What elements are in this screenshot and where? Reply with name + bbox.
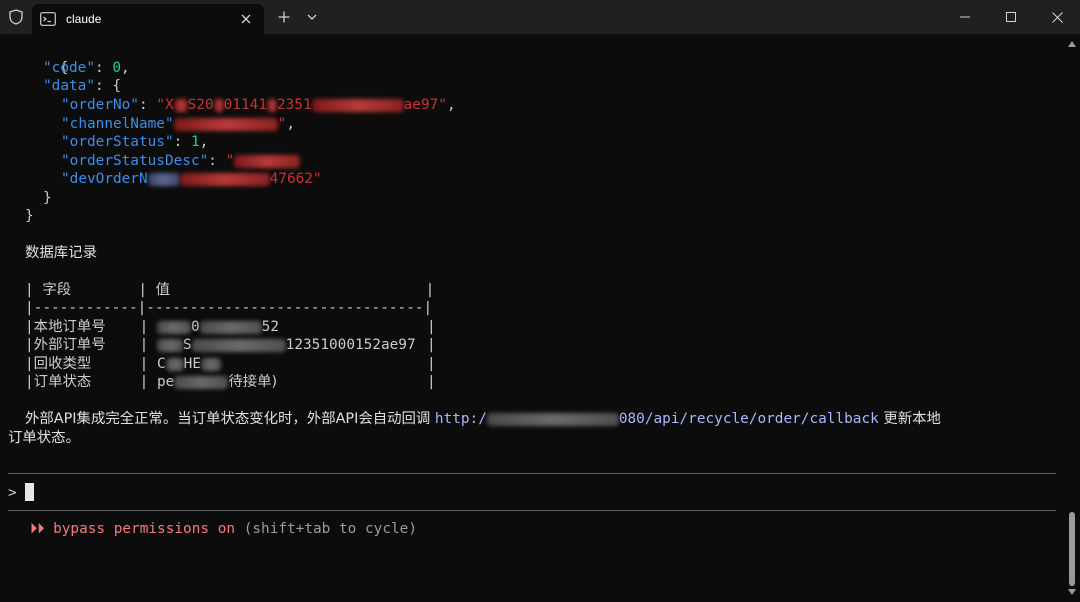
scrollbar-thumb[interactable] bbox=[1069, 512, 1075, 586]
redacted-text bbox=[173, 98, 188, 112]
redacted-text bbox=[173, 117, 278, 131]
table-row: |订单状态 | pe 待接单) | bbox=[25, 374, 436, 390]
redacted-text bbox=[234, 154, 301, 168]
divider bbox=[8, 473, 1056, 474]
terminal-output[interactable]: { "code": 0, "data": { "orderNo": "X S20 0… bbox=[0, 34, 1064, 602]
chevron-down-icon[interactable] bbox=[298, 0, 326, 34]
json-line: } bbox=[43, 190, 52, 206]
minimize-icon[interactable] bbox=[942, 0, 988, 34]
redacted-text bbox=[311, 98, 404, 112]
summary-line: 外部API集成完全正常。当订单状态变化时，外部API会自动回调 http:/08… bbox=[25, 411, 941, 427]
drag-region[interactable] bbox=[326, 0, 942, 34]
summary-line: 订单状态。 bbox=[8, 430, 80, 446]
json-line: "orderStatus": 1, bbox=[61, 134, 209, 150]
json-line: "code": 0, bbox=[43, 60, 130, 76]
json-line: { bbox=[59, 59, 69, 76]
json-line: "orderStatusDesc": " bbox=[61, 152, 301, 171]
json-line: "devOrderN 47662" bbox=[61, 171, 322, 187]
maximize-icon[interactable] bbox=[988, 0, 1034, 34]
db-heading: 数据库记录 bbox=[25, 245, 97, 261]
redacted-text bbox=[157, 338, 183, 352]
redacted-text bbox=[147, 172, 180, 186]
input-prompt: > bbox=[8, 485, 17, 501]
redacted-text bbox=[191, 338, 286, 352]
terminal-icon bbox=[40, 11, 56, 27]
table-row: |回收类型 | C HE | bbox=[25, 356, 436, 372]
double-arrow-icon: ⏵⏵ bbox=[30, 521, 45, 537]
scroll-down-icon[interactable] bbox=[1068, 588, 1076, 596]
callback-url[interactable]: http:/080/api/recycle/order/callback bbox=[435, 411, 879, 427]
redacted-text bbox=[174, 375, 229, 389]
shield-icon[interactable] bbox=[0, 0, 32, 34]
json-line: "orderNo": "X S20 01141 2351 ae97", bbox=[61, 97, 456, 113]
redacted-text bbox=[266, 98, 277, 112]
input-cursor[interactable] bbox=[25, 483, 34, 501]
table-header: | 字段 | 值 | bbox=[25, 282, 435, 298]
redacted-text bbox=[486, 412, 619, 426]
permission-mode-status: ⏵⏵ bypass permissions on (shift+tab to c… bbox=[30, 521, 417, 537]
scroll-up-icon[interactable] bbox=[1068, 40, 1076, 48]
json-line: "channelName" ", bbox=[61, 116, 295, 132]
redacted-text bbox=[179, 172, 270, 186]
redacted-text bbox=[201, 357, 221, 371]
close-icon[interactable] bbox=[234, 7, 258, 31]
redacted-text bbox=[213, 98, 224, 112]
redacted-text bbox=[165, 357, 184, 371]
scrollbar[interactable] bbox=[1064, 34, 1080, 602]
json-line: "data": { bbox=[43, 78, 121, 94]
json-line: } bbox=[25, 208, 34, 224]
window-close-icon[interactable] bbox=[1034, 0, 1080, 34]
table-separator: |------------|--------------------------… bbox=[25, 300, 433, 316]
redacted-text bbox=[199, 320, 262, 334]
tab-title: claude bbox=[66, 12, 102, 26]
divider bbox=[8, 510, 1056, 511]
plus-icon[interactable] bbox=[270, 0, 298, 34]
tab-claude[interactable]: claude bbox=[32, 4, 264, 34]
table-row: |本地订单号 | 0 52 | bbox=[25, 319, 436, 335]
redacted-text bbox=[157, 320, 191, 334]
title-bar: claude bbox=[0, 0, 1080, 34]
table-row: |外部订单号 | S 12351000152ae97 | bbox=[25, 337, 436, 353]
